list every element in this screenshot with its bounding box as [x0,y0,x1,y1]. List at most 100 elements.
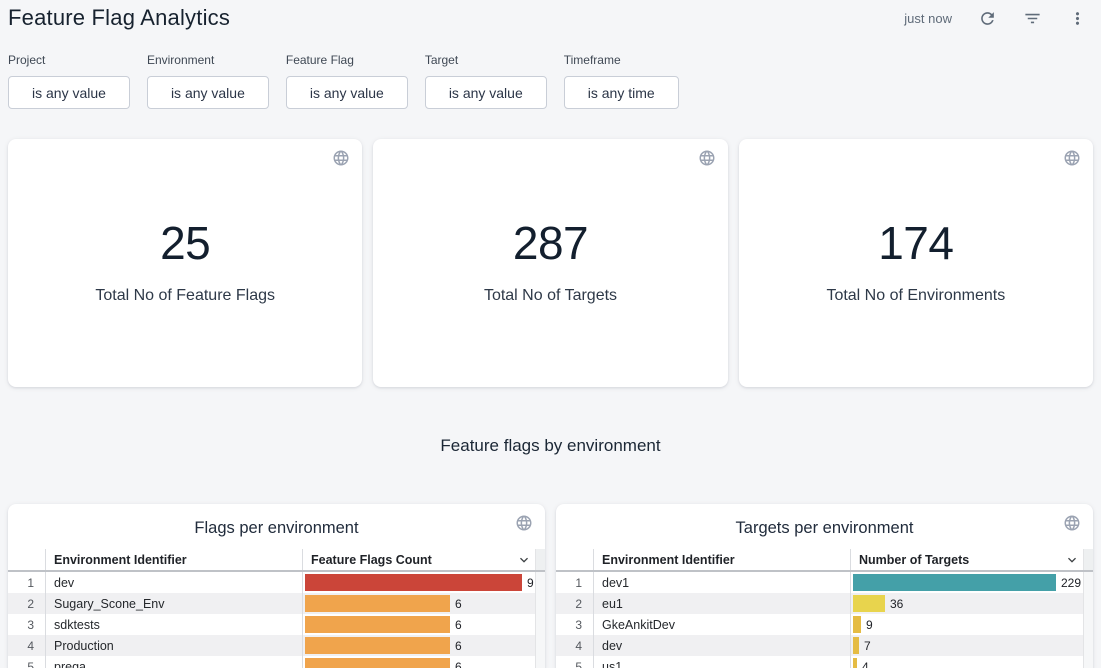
globe-icon [1063,514,1081,537]
bar-cell[interactable]: 7 [850,635,1083,656]
bar-value-label: 229 [1061,576,1081,590]
environment-identifier-cell[interactable]: eu1 [593,593,850,614]
value-bar [305,637,450,654]
row-index: 3 [556,614,593,635]
row-number-header [8,549,45,570]
environment-identifier-cell[interactable]: GkeAnkitDev [593,614,850,635]
kebab-menu-icon [1068,9,1087,28]
table-row: 4Production 6 [8,635,545,656]
filter-label: Target [425,53,547,67]
scrollbar-track[interactable] [1083,593,1093,614]
filter-bar: Project is any value Environment is any … [0,53,1101,109]
stat-card-environments: 174 Total No of Environments [739,139,1093,387]
column-header-environment-identifier[interactable]: Environment Identifier [593,549,850,570]
table-row: 5us14 [556,656,1093,668]
value-bar [305,574,522,591]
scrollbar-track[interactable] [535,656,545,668]
chevron-down-icon[interactable] [516,552,532,568]
bar-value-label: 9 [866,618,873,632]
table-body: 1dev12292eu1363GkeAnkitDev94dev75us14 [556,572,1093,668]
row-index: 5 [8,656,45,668]
environment-identifier-cell[interactable]: dev1 [593,572,850,593]
bar-cell[interactable]: 9 [302,572,535,593]
scrollbar-track[interactable] [1083,614,1093,635]
flags-per-environment-card: Flags per environment Environment Identi… [8,504,545,668]
scrollbar-track[interactable] [1083,656,1093,668]
column-header-number-of-targets[interactable]: Number of Targets [850,549,1083,570]
filter-label: Feature Flag [286,53,408,67]
more-options-button[interactable] [1068,9,1087,28]
value-bar [853,658,857,668]
value-bar [305,616,450,633]
scrollbar-track[interactable] [535,614,545,635]
stat-label: Total No of Environments [826,287,1005,305]
row-index: 1 [8,572,45,593]
column-header-feature-flags-count[interactable]: Feature Flags Count [302,549,535,570]
value-bar [305,658,450,668]
filter-environment: Environment is any value [147,53,269,109]
filter-timeframe-value-button[interactable]: is any time [564,76,679,109]
filter-feature-flag-value-button[interactable]: is any value [286,76,408,109]
column-header-label: Number of Targets [859,553,969,567]
row-index: 3 [8,614,45,635]
filter-project-value-button[interactable]: is any value [8,76,130,109]
scrollbar-track[interactable] [1083,635,1093,656]
environment-identifier-cell[interactable]: Sugary_Scone_Env [45,593,302,614]
bar-cell[interactable]: 9 [850,614,1083,635]
filter-toggle-button[interactable] [1023,9,1042,28]
filter-project: Project is any value [8,53,130,109]
filter-list-icon [1023,9,1042,28]
globe-icon [515,514,533,537]
environment-identifier-cell[interactable]: Production [45,635,302,656]
bar-value-label: 6 [455,660,462,668]
table-row: 2Sugary_Scone_Env6 [8,593,545,614]
bar-cell[interactable]: 6 [302,593,535,614]
table-row: 4dev7 [556,635,1093,656]
table-card-title: Targets per environment [556,516,1093,540]
environment-identifier-cell[interactable]: dev [45,572,302,593]
row-index: 2 [8,593,45,614]
filter-timeframe: Timeframe is any time [564,53,679,109]
filter-target-value-button[interactable]: is any value [425,76,547,109]
scrollbar-track[interactable] [1083,572,1093,593]
stat-cards-row: 25 Total No of Feature Flags 287 Total N… [8,139,1093,387]
stat-value: 174 [826,216,1005,270]
refresh-button[interactable] [978,9,997,28]
column-header-environment-identifier[interactable]: Environment Identifier [45,549,302,570]
bar-cell[interactable]: 6 [302,656,535,668]
value-bar [853,574,1056,591]
environment-identifier-cell[interactable]: prega [45,656,302,668]
bar-value-label: 6 [455,618,462,632]
chevron-down-icon[interactable] [1064,552,1080,568]
environment-identifier-cell[interactable]: dev [593,635,850,656]
filter-target: Target is any value [425,53,547,109]
scrollbar-track[interactable] [535,593,545,614]
environment-identifier-cell[interactable]: us1 [593,656,850,668]
scrollbar-track[interactable] [1083,549,1093,570]
scrollbar-track[interactable] [535,635,545,656]
table-row: 1dev9 [8,572,545,593]
table-cards-row: Flags per environment Environment Identi… [8,504,1093,668]
stat-content: 25 Total No of Feature Flags [95,216,275,305]
last-updated-text: just now [904,11,952,26]
filter-feature-flag: Feature Flag is any value [286,53,408,109]
row-index: 4 [8,635,45,656]
scrollbar-track[interactable] [535,572,545,593]
table-row: 5prega 6 [8,656,545,668]
scrollbar-track[interactable] [535,549,545,570]
filter-environment-value-button[interactable]: is any value [147,76,269,109]
table-body: 1dev92Sugary_Scone_Env63sdktests64Produc… [8,572,545,668]
bar-cell[interactable]: 6 [302,635,535,656]
bar-value-label: 7 [864,639,871,653]
bar-value-label: 6 [455,639,462,653]
bar-cell[interactable]: 4 [850,656,1083,668]
bar-cell[interactable]: 36 [850,593,1083,614]
bar-cell[interactable]: 229 [850,572,1083,593]
bar-cell[interactable]: 6 [302,614,535,635]
row-number-header [556,549,593,570]
table-header-row: Environment Identifier Number of Targets [556,549,1093,572]
environment-identifier-cell[interactable]: sdktests [45,614,302,635]
page-title: Feature Flag Analytics [8,5,230,31]
value-bar [853,595,885,612]
bar-value-label: 36 [890,597,903,611]
